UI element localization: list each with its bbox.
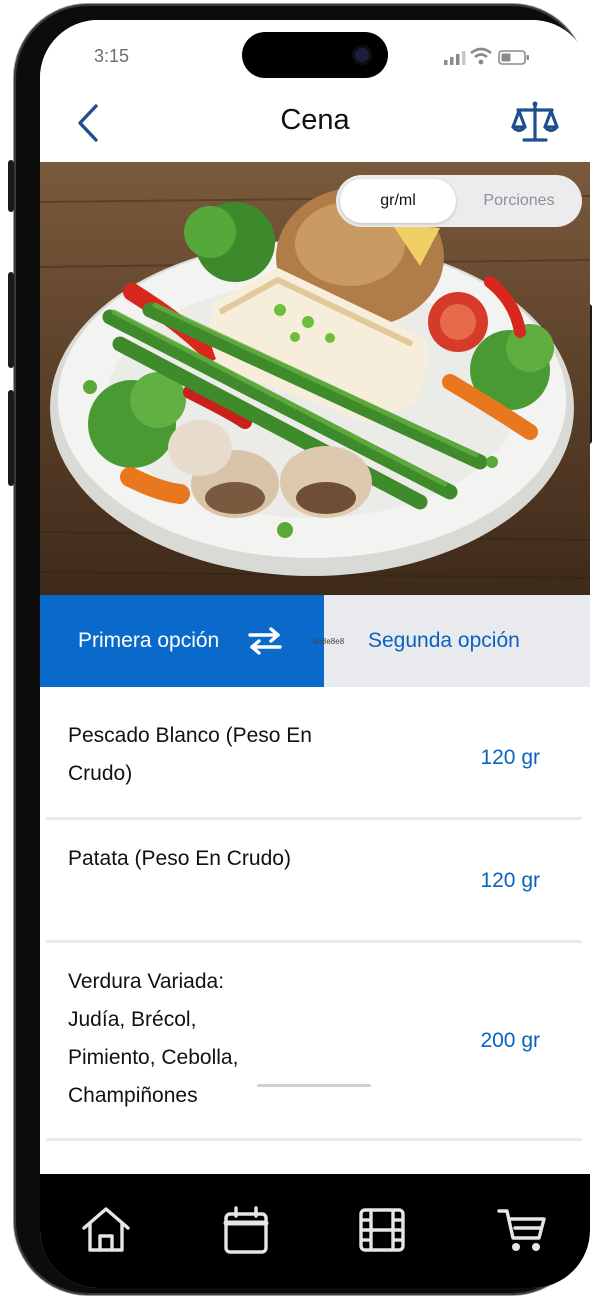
overlay-text: 8e8e8e8: [313, 637, 345, 646]
silent-switch: [8, 160, 14, 212]
status-bar: 3:15: [40, 20, 590, 90]
tab-first-option-label: Primera opción: [78, 629, 220, 652]
option-tabs: Primera opción Segunda opción 8e8e8e8: [40, 595, 590, 687]
list-item[interactable]: Patata (Peso En Crudo) 120 gr: [46, 820, 582, 943]
swap-arrows-icon[interactable]: [248, 627, 282, 655]
scroll-indicator[interactable]: [257, 1084, 371, 1087]
cart-icon[interactable]: [496, 1204, 548, 1256]
scale-icon[interactable]: [510, 98, 560, 146]
unit-option-portions[interactable]: Porciones: [460, 179, 578, 223]
list-item[interactable]: Pescado Blanco (Peso En Crudo) 120 gr: [46, 687, 582, 820]
volume-up-button: [8, 272, 14, 368]
calendar-icon[interactable]: [220, 1204, 272, 1256]
food-name: Pescado Blanco (Peso En Crudo): [68, 724, 312, 785]
food-quantity: 120 gr: [480, 746, 540, 769]
dynamic-island: [242, 32, 388, 78]
screen: 3:15 Cena gr/ml Porciones Primera opción…: [40, 20, 590, 1288]
unit-toggle: gr/ml Porciones: [336, 175, 582, 227]
list-item[interactable]: Verdura Variada: Judía, Brécol, Pimiento…: [46, 943, 582, 1141]
home-icon[interactable]: [80, 1204, 132, 1256]
meal-photo: gr/ml Porciones: [40, 162, 590, 595]
signal-icon: [444, 51, 466, 65]
camera: [352, 45, 372, 65]
battery-icon: [498, 50, 529, 65]
food-quantity: 120 gr: [480, 869, 540, 892]
bottom-nav: [40, 1174, 590, 1288]
volume-down-button: [8, 390, 14, 486]
status-time: 3:15: [94, 46, 130, 66]
tab-first-option[interactable]: Primera opción: [40, 595, 324, 687]
tab-second-option[interactable]: Segunda opción: [324, 595, 590, 687]
nav-header: Cena: [40, 90, 590, 162]
page-title: Cena: [280, 104, 350, 136]
unit-option-grml[interactable]: gr/ml: [340, 179, 456, 223]
phone-frame: 3:15 Cena gr/ml Porciones Primera opción…: [8, 4, 592, 1295]
food-name: Patata (Peso En Crudo): [68, 847, 291, 870]
food-name: Verdura Variada: Judía, Brécol, Pimiento…: [68, 970, 239, 1107]
tab-second-option-label: Segunda opción: [368, 629, 520, 652]
film-icon[interactable]: [356, 1204, 408, 1256]
food-quantity: 200 gr: [480, 1029, 540, 1052]
wifi-icon: [470, 47, 492, 65]
